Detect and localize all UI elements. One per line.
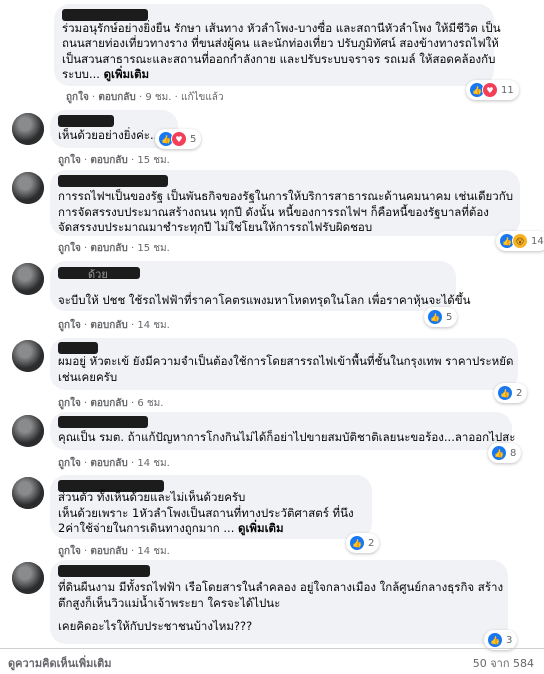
comment-timestamp[interactable]: 6 ชม.: [137, 398, 163, 409]
see-more-link[interactable]: ดูเพิ่มเติม: [104, 67, 150, 81]
like-button[interactable]: ถูกใจ: [58, 398, 81, 409]
like-button[interactable]: ถูกใจ: [58, 320, 81, 331]
comment-actions: ถูกใจ · ตอบกลับ · 14 ชม.: [58, 458, 170, 469]
commenter-name-fragment: ด้วย: [88, 268, 108, 281]
reply-button[interactable]: ตอบกลับ: [90, 458, 127, 469]
reaction-summary[interactable]: 👍 5: [424, 307, 458, 327]
avatar[interactable]: [12, 415, 44, 447]
edited-label: แก้ไขแล้ว: [181, 92, 224, 103]
comment-text-line: เช่นเคยครับ: [58, 370, 118, 384]
comment-text-line: จะบีบให้ ปชช ใช้รถไฟฟ้าที่ราคาโคตรแพงมหา…: [58, 293, 471, 307]
comment-actions: ถูกใจ · ตอบกลับ · 15 ชม.: [58, 243, 170, 254]
heart-icon: ♥: [171, 131, 187, 147]
comment-text-line: คุณเป็น รมต. ถ้าแก้ปัญหาการโกงกินไม่ได้ก…: [58, 430, 516, 444]
reaction-count: 8: [510, 447, 517, 459]
reply-button[interactable]: ตอบกลับ: [90, 155, 127, 166]
comment-text-line: เห็นด้วยเพราะ 1หัวลำโพงเป็นสถานที่ทางประ…: [58, 506, 354, 520]
reply-button[interactable]: ตอบกลับ: [90, 398, 127, 409]
divider: [0, 648, 544, 649]
reaction-summary[interactable]: 👍 3: [484, 630, 518, 650]
comment-actions: ถูกใจ · ตอบกลับ · 15 ชม.: [58, 155, 170, 166]
comment-actions: ถูกใจ · ตอบกลับ · 14 ชม.: [58, 546, 170, 557]
reaction-count: 14: [531, 235, 544, 247]
reaction-count: 2: [368, 537, 375, 549]
like-button[interactable]: ถูกใจ: [58, 155, 81, 166]
thumbs-up-icon: 👍: [491, 445, 507, 461]
comment-actions: ถูกใจ · ตอบกลับ · 14 ชม.: [58, 320, 170, 331]
reply-button[interactable]: ตอบกลับ: [90, 546, 127, 557]
comment-text-line: การรถไฟฯเป็นของรัฐ เป็นพันธกิจของรัฐในกา…: [58, 189, 514, 203]
comment-timestamp[interactable]: 15 ชม.: [137, 243, 169, 254]
wow-face-icon: 😮: [512, 233, 528, 249]
avatar[interactable]: [12, 113, 44, 145]
comment-text-line: การจัดสรรงบประมาณสร้างถนน ทุกปี ดังนั้น …: [58, 205, 489, 219]
reaction-summary[interactable]: 👍 2: [494, 383, 528, 403]
comment-count: 50 จาก 584: [472, 657, 534, 670]
avatar[interactable]: [12, 562, 44, 594]
like-button[interactable]: ถูกใจ: [66, 92, 89, 103]
commenter-name-redacted[interactable]: [58, 416, 148, 428]
comment-text-line: เห็นด้วยอย่างยิ่งค่ะ...: [58, 128, 161, 142]
reaction-count: 5: [190, 133, 197, 145]
comment-text-line: 2ค่าใช้จ่ายในการเดินทางถูกมาก ... ดูเพิ่…: [58, 521, 284, 537]
reaction-summary[interactable]: 👍 ♥ 11: [466, 80, 519, 100]
commenter-name-redacted[interactable]: [58, 565, 150, 577]
reaction-summary[interactable]: 👍 8: [488, 443, 522, 463]
like-button[interactable]: ถูกใจ: [58, 243, 81, 254]
avatar[interactable]: [12, 263, 44, 295]
thumbs-up-icon: 👍: [487, 632, 503, 648]
comment-text-line: ผมอยู่ หัวตะเข้ ยังมีความจำเป็นต้องใช้กา…: [58, 354, 514, 368]
comment-text-line: ที่ดินผืนงาม มีทั้งรถไฟฟ้า เรือโดยสารในล…: [58, 580, 504, 594]
comment-timestamp[interactable]: 14 ชม.: [137, 546, 169, 557]
commenter-name-redacted[interactable]: [58, 115, 114, 127]
reaction-summary[interactable]: 👍 😮 14: [496, 231, 544, 251]
comment-timestamp[interactable]: 9 ชม.: [145, 92, 171, 103]
comment-text-line: ถนนสายท่องเที่ยวทางราง ที่ขนส่งผู้คน และ…: [62, 36, 499, 50]
comment-text-line: เคยคิดอะไรให้กับประชาชนบ้างไหม???: [58, 619, 253, 633]
avatar[interactable]: [12, 340, 44, 372]
comment-text-line: ส่วนตัว ทั้งเห็นด้วยและไม่เห็นด้วยครับ: [58, 490, 246, 504]
comment-text-line: ร่วมอนุรักษ์อย่างยิ่งยืน รักษา เส้นทาง ห…: [62, 21, 501, 35]
thumbs-up-icon: 👍: [427, 309, 443, 325]
reaction-count: 5: [446, 311, 453, 323]
comment-timestamp[interactable]: 14 ชม.: [137, 320, 169, 331]
comment-text-line: ตึกสูงก็เห็นวิวแม่น้ำเจ้าพระยา ใครจะได้ไ…: [58, 596, 281, 610]
like-button[interactable]: ถูกใจ: [58, 546, 81, 557]
comment-text-line: เป็นสวนสาธารณะและสถานที่ออกกำลังกาย และป…: [62, 52, 496, 66]
commenter-name-redacted[interactable]: [58, 175, 168, 187]
comment-actions: ถูกใจ · ตอบกลับ · 9 ชม. · แก้ไขแล้ว: [66, 92, 224, 103]
reaction-count: 3: [506, 634, 513, 646]
reaction-count: 11: [501, 84, 514, 96]
reply-button[interactable]: ตอบกลับ: [90, 243, 127, 254]
heart-icon: ♥: [482, 82, 498, 98]
commenter-name-redacted[interactable]: [62, 9, 148, 21]
thumbs-up-icon: 👍: [497, 385, 513, 401]
commenter-name-redacted[interactable]: [58, 342, 98, 354]
see-more-link[interactable]: ดูเพิ่มเติม: [238, 521, 284, 535]
comment-timestamp[interactable]: 14 ชม.: [137, 458, 169, 469]
reply-button[interactable]: ตอบกลับ: [98, 92, 135, 103]
like-button[interactable]: ถูกใจ: [58, 458, 81, 469]
comment-text-truncated: 2ค่าใช้จ่ายในการเดินทางถูกมาก ...: [58, 521, 235, 535]
comment-text-truncated: ระบบ...: [62, 67, 100, 81]
view-more-comments-link[interactable]: ดูความคิดเห็นเพิ่มเติม: [8, 654, 112, 672]
comment-text-line: จัดสรรงบประมาณมาชำระทุกปี ไม่ใช่โยนให้กา…: [58, 220, 373, 234]
avatar[interactable]: [12, 172, 44, 204]
reply-button[interactable]: ตอบกลับ: [90, 320, 127, 331]
thumbs-up-icon: 👍: [349, 535, 365, 551]
avatar[interactable]: [12, 477, 44, 509]
reaction-summary[interactable]: 👍 2: [346, 533, 380, 553]
comment-timestamp[interactable]: 15 ชม.: [137, 155, 169, 166]
comment-actions: ถูกใจ · ตอบกลับ · 6 ชม.: [58, 398, 164, 409]
reaction-summary[interactable]: 👍 ♥ 5: [155, 129, 202, 149]
comment-text-line: ระบบ... ดูเพิ่มเติม: [62, 67, 149, 83]
reaction-count: 2: [516, 387, 523, 399]
